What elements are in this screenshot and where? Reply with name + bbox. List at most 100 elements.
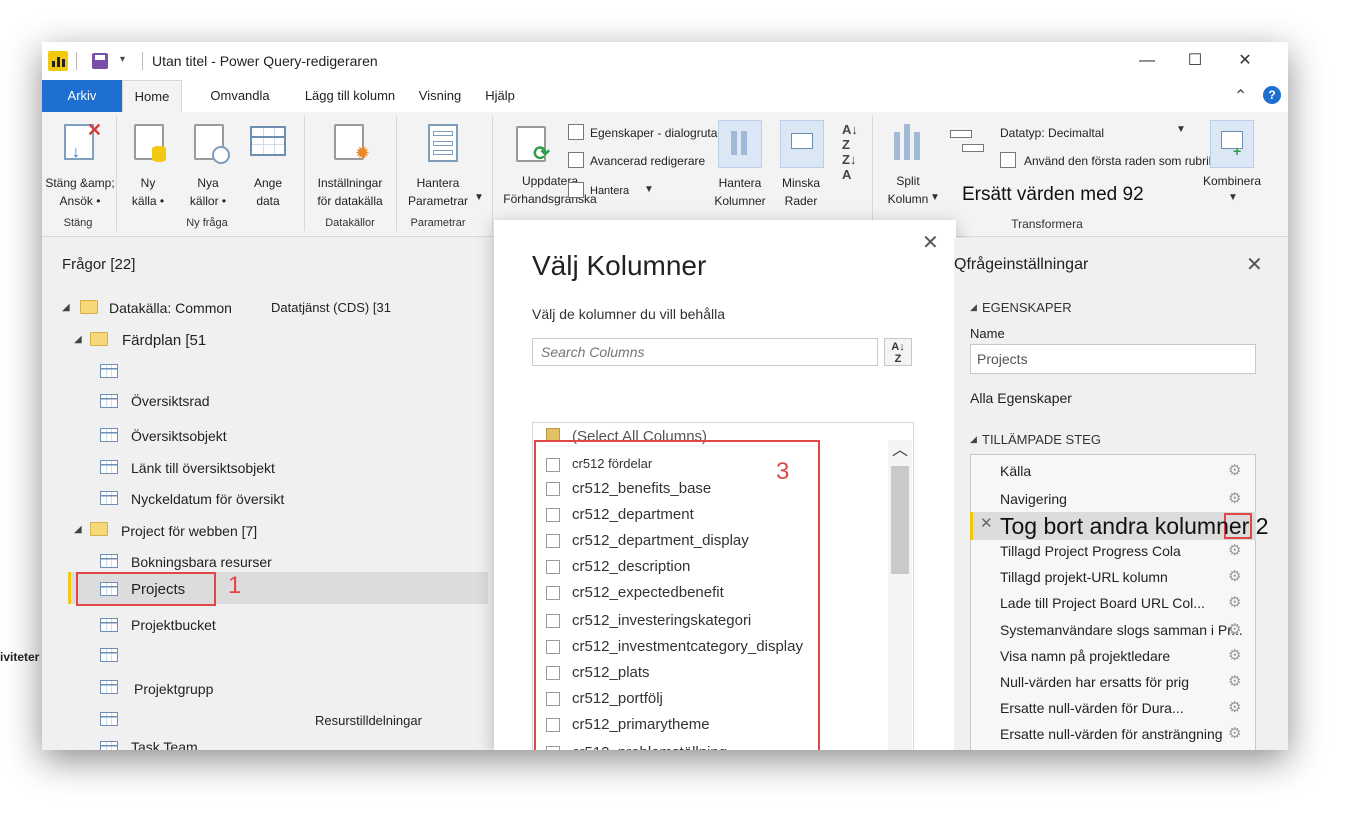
data-type-dropdown-icon[interactable]: ▼ xyxy=(1176,124,1186,135)
column-name[interactable]: cr512_description xyxy=(572,558,690,575)
column-name[interactable]: cr512_investeringskategori xyxy=(572,612,751,629)
tab-view[interactable]: Visning xyxy=(412,80,468,112)
advanced-editor-button[interactable]: Avancerad redigerare xyxy=(590,152,705,170)
data-type-button[interactable]: Datatyp: Decimaltal xyxy=(1000,124,1104,142)
column-name[interactable]: cr512_department_display xyxy=(572,532,749,549)
query-project-bucket[interactable]: Projektbucket xyxy=(131,617,216,633)
folder-dataverse[interactable]: Datatjänst (CDS) [31 xyxy=(271,300,391,315)
tab-home[interactable]: Home xyxy=(122,80,182,113)
applied-step[interactable]: Ersatte null-värden för ansträngning xyxy=(1000,726,1223,742)
recent-sources-button[interactable]: Nya källor • xyxy=(178,174,238,210)
gear-icon[interactable]: ⚙ xyxy=(1228,620,1241,638)
manage-parameters-button[interactable]: Hantera Parametrar xyxy=(396,174,480,210)
tab-add-column[interactable]: Lägg till kolumn xyxy=(298,80,402,112)
applied-step[interactable]: Null-värden har ersatts för prig xyxy=(1000,674,1189,690)
column-name[interactable]: cr512_expectedbenefit xyxy=(572,584,724,601)
manage-columns-button[interactable]: Hantera Kolumner xyxy=(706,174,774,210)
save-icon[interactable] xyxy=(92,53,108,69)
query-bookable-resources[interactable]: Bokningsbara resurser xyxy=(131,554,272,570)
collapse-arrow-icon[interactable]: ◢ xyxy=(62,302,70,313)
refresh-preview-button[interactable]: Uppdatera Förhandsgranska xyxy=(498,172,602,208)
column-name[interactable]: cr512_problemställning xyxy=(572,744,727,750)
gear-icon[interactable]: ⚙ xyxy=(1228,541,1241,559)
column-name[interactable]: cr512_benefits_base xyxy=(572,480,711,497)
new-source-button[interactable]: Ny källa • xyxy=(118,174,178,210)
gear-icon[interactable]: ⚙ xyxy=(1228,646,1241,664)
column-checkbox[interactable] xyxy=(546,560,560,574)
tab-transform[interactable]: Omvandla xyxy=(200,80,280,112)
gear-icon[interactable]: ⚙ xyxy=(1228,489,1241,507)
applied-step[interactable]: Tillagd projekt-URL kolumn xyxy=(1000,569,1168,585)
gear-icon[interactable]: ⚙ xyxy=(1228,567,1241,585)
column-name[interactable]: cr512 fördelar xyxy=(572,456,652,471)
delete-step-icon[interactable]: ✕ xyxy=(980,514,993,532)
query-project-team[interactable]: Projektgrupp xyxy=(134,681,213,697)
column-name[interactable]: cr512_portfölj xyxy=(572,690,663,707)
applied-step[interactable]: Lade till Project Board URL Col... xyxy=(1000,595,1205,611)
split-dropdown-icon[interactable]: ▼ xyxy=(930,192,940,203)
minimize-button[interactable]: — xyxy=(1124,48,1170,74)
close-apply-button[interactable]: Stäng &amp; Ansök • xyxy=(42,174,120,210)
column-checkbox[interactable] xyxy=(546,614,560,628)
column-checkbox[interactable] xyxy=(546,482,560,496)
collapse-arrow-icon[interactable]: ◢ xyxy=(74,524,82,535)
column-checkbox[interactable] xyxy=(546,718,560,732)
sort-ascending-icon[interactable]: A↓ Z xyxy=(842,122,858,152)
applied-step[interactable]: Visa namn på projektledare xyxy=(1000,648,1170,664)
query-projects[interactable]: Projects xyxy=(131,581,185,598)
combine-button[interactable]: Kombinera xyxy=(1198,172,1266,190)
dialog-close-icon[interactable]: ✕ xyxy=(922,230,939,255)
gear-icon[interactable]: ⚙ xyxy=(1228,593,1241,611)
column-checkbox[interactable] xyxy=(546,666,560,680)
query-roadmap-row[interactable]: Översiktsrad xyxy=(131,393,210,409)
applied-step[interactable]: Källa xyxy=(1000,463,1031,479)
scroll-up-icon[interactable]: ︿ xyxy=(888,440,912,462)
column-checkbox[interactable] xyxy=(546,640,560,654)
query-roadmap-item[interactable]: Översiktsobjekt xyxy=(131,428,227,444)
column-name[interactable]: cr512_department xyxy=(572,506,694,523)
column-checkbox[interactable] xyxy=(546,692,560,706)
column-name[interactable]: cr512_plats xyxy=(572,664,650,681)
use-first-row-button[interactable]: Använd den första raden som rubriker xyxy=(1024,152,1225,170)
scroll-thumb[interactable] xyxy=(891,466,909,574)
manage-dropdown-icon[interactable]: ▼ xyxy=(644,184,654,195)
gear-icon[interactable]: ⚙ xyxy=(1228,724,1241,742)
sort-descending-icon[interactable]: Z↓ A xyxy=(842,152,856,182)
applied-steps-collapse-icon[interactable]: ◢ xyxy=(970,434,977,445)
replace-values-button[interactable]: Ersätt värden med 92 xyxy=(962,184,1144,206)
maximize-button[interactable]: ☐ xyxy=(1172,48,1218,74)
folder-data-source-common[interactable]: Datakälla: Common xyxy=(109,300,232,316)
query-roadmap-item-link[interactable]: Länk till översiktsobjekt xyxy=(131,460,275,476)
column-checkbox[interactable] xyxy=(546,458,560,472)
manage-button[interactable]: Hantera xyxy=(590,182,629,200)
gear-icon[interactable]: ⚙ xyxy=(1228,672,1241,690)
dropdown-arrow-icon[interactable]: ▼ xyxy=(474,192,484,203)
enter-data-button[interactable]: Ange data xyxy=(238,174,298,210)
folder-roadmap[interactable]: Färdplan [51 xyxy=(122,332,206,349)
query-task-team[interactable]: Task Team xyxy=(131,739,198,750)
applied-step[interactable]: Tillagd Project Progress Cola xyxy=(1000,543,1181,559)
all-properties-link[interactable]: Alla Egenskaper xyxy=(970,390,1072,406)
gear-icon[interactable]: ⚙ xyxy=(1228,461,1241,479)
collapse-ribbon-icon[interactable]: ⌃ xyxy=(1234,86,1247,106)
query-name-input[interactable]: Projects xyxy=(970,344,1256,374)
close-button[interactable]: ✕ xyxy=(1222,48,1268,74)
properties-button[interactable]: Egenskaper - dialogruta xyxy=(590,124,717,142)
collapse-arrow-icon[interactable]: ◢ xyxy=(74,334,82,345)
applied-step[interactable]: Systemanvändare slogs samman i Pr... xyxy=(1000,622,1243,638)
reduce-rows-button[interactable]: Minska Rader xyxy=(772,174,830,210)
query-roadmap-key-date[interactable]: Nyckeldatum för översikt xyxy=(131,491,284,507)
applied-step[interactable]: Navigering xyxy=(1000,491,1067,507)
quick-access-dropdown-icon[interactable]: ▾ xyxy=(120,54,125,65)
sort-columns-button[interactable]: A↓ Z xyxy=(884,338,912,366)
column-checkbox[interactable] xyxy=(546,586,560,600)
column-checkbox[interactable] xyxy=(546,746,560,750)
settings-close-icon[interactable]: ✕ xyxy=(1246,252,1263,277)
column-checkbox[interactable] xyxy=(546,534,560,548)
list-scrollbar[interactable]: ︿ xyxy=(888,440,912,750)
applied-step[interactable]: Ersatte null-värden för Dura... xyxy=(1000,700,1184,716)
tab-help[interactable]: Hjälp xyxy=(478,80,522,112)
properties-collapse-icon[interactable]: ◢ xyxy=(970,302,977,313)
column-checkbox[interactable] xyxy=(546,508,560,522)
help-icon[interactable]: ? xyxy=(1263,86,1281,104)
